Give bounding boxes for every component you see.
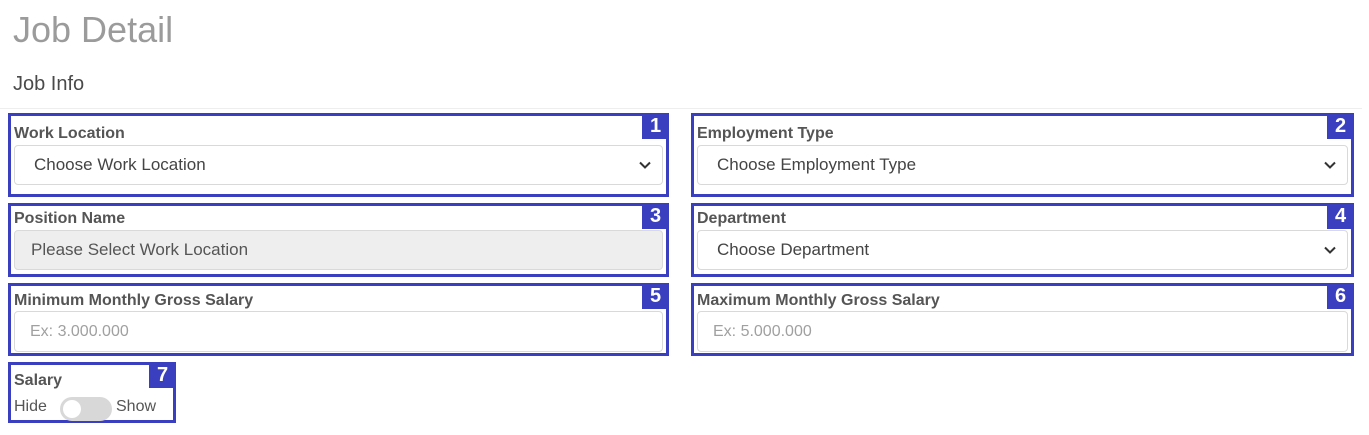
max-salary-input[interactable] xyxy=(697,311,1348,352)
department-value: Choose Department xyxy=(717,240,870,259)
salary-visibility-field: 7 Salary Hide Show xyxy=(8,362,176,423)
max-salary-field: 6 Maximum Monthly Gross Salary xyxy=(691,283,1354,356)
min-salary-label: Minimum Monthly Gross Salary xyxy=(14,292,254,309)
work-location-field: 1 Work Location Choose Work Location xyxy=(8,113,669,197)
department-select[interactable]: Choose Department xyxy=(697,230,1348,270)
employment-type-field: 2 Employment Type Choose Employment Type xyxy=(691,113,1354,197)
position-name-input: Please Select Work Location xyxy=(14,230,663,270)
salary-hide-label: Hide xyxy=(14,398,47,415)
annotation-badge-1: 1 xyxy=(642,113,669,139)
department-field: 4 Department Choose Department xyxy=(691,203,1354,277)
chevron-down-icon xyxy=(1324,246,1336,254)
annotation-badge-5: 5 xyxy=(642,283,669,309)
work-location-select[interactable]: Choose Work Location xyxy=(14,145,663,185)
position-name-value: Please Select Work Location xyxy=(31,240,249,259)
chevron-down-icon xyxy=(639,161,651,169)
annotation-badge-2: 2 xyxy=(1327,113,1354,139)
employment-type-select[interactable]: Choose Employment Type xyxy=(697,145,1348,185)
max-salary-label: Maximum Monthly Gross Salary xyxy=(697,292,940,309)
salary-label: Salary xyxy=(14,372,63,389)
page-title: Job Detail xyxy=(13,9,174,50)
min-salary-field: 5 Minimum Monthly Gross Salary xyxy=(8,283,669,356)
work-location-label: Work Location xyxy=(14,125,125,142)
salary-show-label: Show xyxy=(116,398,157,415)
position-name-label: Position Name xyxy=(14,210,126,227)
annotation-badge-3: 3 xyxy=(642,203,669,229)
employment-type-value: Choose Employment Type xyxy=(717,155,917,174)
section-divider xyxy=(0,108,1362,109)
salary-toggle-switch[interactable] xyxy=(60,397,112,421)
chevron-down-icon xyxy=(1324,161,1336,169)
position-name-field: 3 Position Name Please Select Work Locat… xyxy=(8,203,669,277)
section-title: Job Info xyxy=(13,73,85,95)
employment-type-label: Employment Type xyxy=(697,125,834,142)
annotation-badge-7: 7 xyxy=(149,362,176,388)
annotation-badge-4: 4 xyxy=(1327,203,1354,229)
department-label: Department xyxy=(697,210,786,227)
toggle-knob xyxy=(63,400,81,418)
annotation-badge-6: 6 xyxy=(1327,283,1354,309)
min-salary-input[interactable] xyxy=(14,311,663,352)
work-location-value: Choose Work Location xyxy=(34,155,206,174)
